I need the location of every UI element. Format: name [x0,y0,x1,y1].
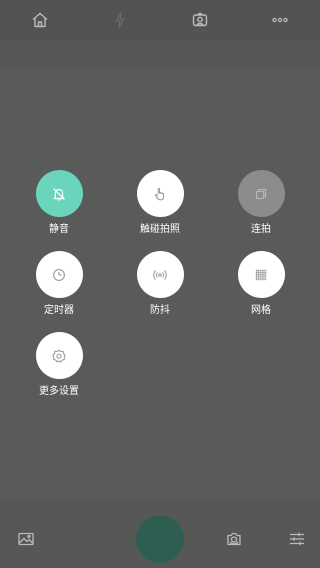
menu-item-label: 连拍 [251,224,271,235]
more-icon[interactable] [268,8,292,32]
face-camera-icon[interactable] [188,8,212,32]
menu-item-label: 静音 [49,224,69,235]
mute-button[interactable] [35,170,83,217]
menu-item-more-settings[interactable]: 更多设置 [11,332,107,402]
stabilizer-button[interactable] [136,251,184,298]
flash-icon[interactable] [108,8,132,32]
home-icon[interactable] [28,8,52,32]
menu-item-timer[interactable]: 定时器 [11,251,107,321]
menu-item-label: 防抖 [150,305,170,316]
menu-item-grid[interactable]: 网格 [213,251,309,321]
settings-sliders-icon[interactable] [285,527,309,551]
burst-icon [255,188,267,199]
shutter-button[interactable] [136,515,184,563]
gear-icon [52,349,66,362]
touch-capture-button[interactable] [136,170,184,217]
gallery-icon[interactable] [14,527,38,551]
menu-item-label: 触碰拍照 [140,224,180,235]
menu-item-stabilizer[interactable]: 防抖 [112,251,208,321]
menu-item-label: 定时器 [44,305,74,316]
timer-button[interactable] [35,251,83,298]
menu-item-label: 更多设置 [39,386,79,397]
menu-item-touch-capture[interactable]: 触碰拍照 [112,170,208,240]
stabilizer-icon [153,269,167,280]
menu-item-mute[interactable]: 静音 [11,170,107,240]
switch-camera-icon[interactable] [222,527,246,551]
menu-item-burst[interactable]: 连拍 [213,170,309,240]
touch-icon [154,187,165,200]
burst-button[interactable] [237,170,285,217]
clock-icon [53,268,65,281]
bell-off-icon [53,187,65,200]
grid-icon [255,269,267,280]
menu-item-label: 网格 [251,305,271,316]
top-strip [0,40,320,68]
grid-button[interactable] [237,251,285,298]
more-settings-button[interactable] [35,332,83,379]
